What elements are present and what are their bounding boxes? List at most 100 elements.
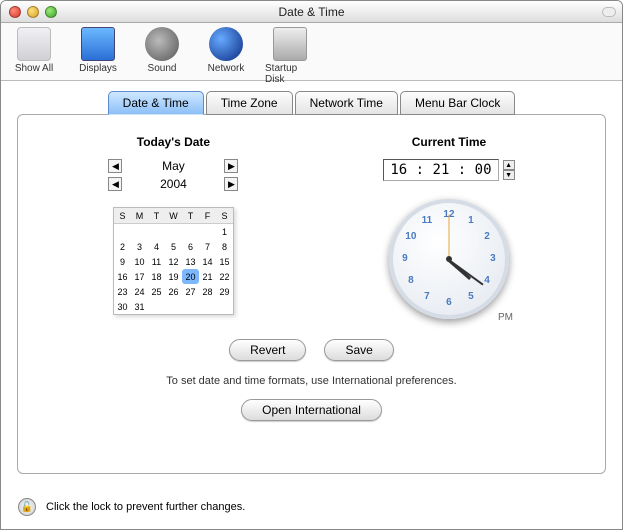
calendar-weekday: F: [199, 208, 216, 223]
time-column: Current Time 16 : 21 : 00 ▲ ▼ 1212345678…: [383, 135, 514, 319]
calendar-day[interactable]: 27: [182, 284, 199, 299]
calendar-weekday: S: [114, 208, 131, 223]
lock-text: Click the lock to prevent further change…: [46, 501, 245, 513]
calendar-day[interactable]: 20: [182, 269, 199, 284]
clock-number: 7: [420, 291, 434, 302]
calendar-weekday: T: [182, 208, 199, 223]
clock-number: 8: [404, 275, 418, 286]
calendar-day[interactable]: 8: [216, 239, 233, 254]
calendar-day[interactable]: 23: [114, 284, 131, 299]
calendar-day[interactable]: 17: [131, 269, 148, 284]
calendar-day[interactable]: 10: [131, 254, 148, 269]
time-value: 16 : 21 : 00: [390, 162, 491, 178]
calendar-day[interactable]: 28: [199, 284, 216, 299]
save-button[interactable]: Save: [324, 339, 393, 361]
calendar[interactable]: SMTWTFS123456789101112131415161718192021…: [113, 207, 234, 315]
time-step-down[interactable]: ▼: [503, 170, 515, 180]
date-heading: Today's Date: [137, 135, 210, 149]
revert-button[interactable]: Revert: [229, 339, 306, 361]
year-next-button[interactable]: ▶: [224, 177, 238, 191]
calendar-day: [199, 299, 216, 314]
sound-icon: [145, 27, 179, 61]
clock-number: 2: [480, 231, 494, 242]
toolbar-item-startup-disk[interactable]: Startup Disk: [265, 27, 315, 85]
calendar-day[interactable]: 11: [148, 254, 165, 269]
calendar-day[interactable]: 24: [131, 284, 148, 299]
calendar-day[interactable]: 18: [148, 269, 165, 284]
calendar-day[interactable]: 2: [114, 239, 131, 254]
toolbar-item-displays[interactable]: Displays: [73, 27, 123, 74]
calendar-day[interactable]: 25: [148, 284, 165, 299]
format-hint: To set date and time formats, use Intern…: [36, 375, 587, 387]
toolbar-label: Startup Disk: [265, 63, 315, 85]
lock-icon[interactable]: 🔓: [18, 498, 36, 516]
calendar-day: [165, 299, 182, 314]
tab-network-time[interactable]: Network Time: [295, 91, 398, 115]
calendar-day: [114, 224, 131, 239]
network-icon: [209, 27, 243, 61]
toolbar-label: Show All: [15, 63, 53, 74]
calendar-weekday: W: [165, 208, 182, 223]
time-step-up[interactable]: ▲: [503, 160, 515, 170]
tab-menu-bar-clock[interactable]: Menu Bar Clock: [400, 91, 515, 115]
tab-time-zone[interactable]: Time Zone: [206, 91, 293, 115]
clock-number: 3: [486, 253, 500, 264]
time-input[interactable]: 16 : 21 : 00: [383, 159, 498, 181]
calendar-day[interactable]: 16: [114, 269, 131, 284]
clock-number: 9: [398, 253, 412, 264]
date-column: Today's Date ◀ May ▶ ◀ 2004 ▶ SMTWTFS123…: [108, 135, 238, 319]
toolbar-label: Sound: [148, 63, 177, 74]
tab-bar: Date & TimeTime ZoneNetwork TimeMenu Bar…: [17, 91, 606, 115]
calendar-day[interactable]: 26: [165, 284, 182, 299]
calendar-day[interactable]: 6: [182, 239, 199, 254]
clock-number: 11: [420, 215, 434, 226]
calendar-day[interactable]: 19: [165, 269, 182, 284]
calendar-day[interactable]: 30: [114, 299, 131, 314]
tab-date-time[interactable]: Date & Time: [108, 91, 204, 115]
toolbar-item-sound[interactable]: Sound: [137, 27, 187, 74]
toolbar-toggle-button[interactable]: [602, 7, 616, 17]
year-value: 2004: [160, 177, 187, 191]
calendar-day[interactable]: 4: [148, 239, 165, 254]
year-prev-button[interactable]: ◀: [108, 177, 122, 191]
calendar-day[interactable]: 7: [199, 239, 216, 254]
calendar-day[interactable]: 3: [131, 239, 148, 254]
clock-number: 1: [464, 215, 478, 226]
month-value: May: [162, 159, 185, 173]
calendar-day: [131, 224, 148, 239]
calendar-day: [148, 224, 165, 239]
calendar-day[interactable]: 31: [131, 299, 148, 314]
clock-center: [446, 256, 452, 262]
window-title: Date & Time: [1, 5, 622, 19]
open-international-button[interactable]: Open International: [241, 399, 382, 421]
calendar-day: [182, 224, 199, 239]
calendar-day[interactable]: 21: [199, 269, 216, 284]
time-heading: Current Time: [412, 135, 486, 149]
ampm-label: PM: [498, 312, 513, 323]
calendar-day[interactable]: 29: [216, 284, 233, 299]
toolbar-item-show-all[interactable]: Show All: [9, 27, 59, 74]
month-prev-button[interactable]: ◀: [108, 159, 122, 173]
calendar-day[interactable]: 22: [216, 269, 233, 284]
toolbar-label: Network: [208, 63, 245, 74]
clock-number: 10: [404, 231, 418, 242]
calendar-day[interactable]: 5: [165, 239, 182, 254]
show-all-icon: [17, 27, 51, 61]
startup-disk-icon: [273, 27, 307, 61]
calendar-day[interactable]: 9: [114, 254, 131, 269]
calendar-day[interactable]: 15: [216, 254, 233, 269]
toolbar-item-network[interactable]: Network: [201, 27, 251, 74]
clock-hand-s: [448, 215, 449, 260]
calendar-day[interactable]: 14: [199, 254, 216, 269]
clock-number: 5: [464, 291, 478, 302]
calendar-day: [148, 299, 165, 314]
calendar-day[interactable]: 1: [216, 224, 233, 239]
calendar-day[interactable]: 13: [182, 254, 199, 269]
calendar-day: [199, 224, 216, 239]
clock-number: 6: [442, 297, 456, 308]
calendar-day: [165, 224, 182, 239]
calendar-day: [182, 299, 199, 314]
calendar-day[interactable]: 12: [165, 254, 182, 269]
displays-icon: [81, 27, 115, 61]
month-next-button[interactable]: ▶: [224, 159, 238, 173]
